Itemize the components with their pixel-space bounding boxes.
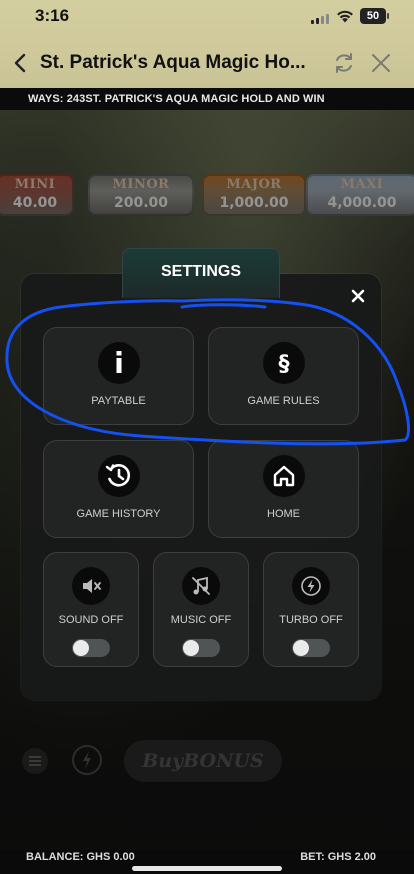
game-rules-button[interactable]: § GAME RULES — [208, 327, 359, 425]
music-label: MUSIC OFF — [170, 614, 232, 626]
turbo-label: TURBO OFF — [279, 614, 343, 626]
close-icon[interactable] — [349, 287, 367, 305]
game-history-label: GAME HISTORY — [76, 508, 161, 520]
game-history-button[interactable]: GAME HISTORY — [43, 440, 194, 538]
battery-icon: 50 — [360, 8, 389, 24]
settings-title: SETTINGS — [160, 263, 241, 280]
browser-header: 3:16 50 St. Patrick's Aqua Magic Ho... — [0, 0, 414, 88]
balance-text: BALANCE: GHS 0.00 — [26, 851, 135, 863]
cellular-signal-icon — [311, 14, 331, 24]
bet-text: BET: GHS 2.00 — [300, 851, 376, 863]
close-icon[interactable] — [370, 52, 392, 74]
wifi-icon — [337, 10, 353, 23]
turbo-toggle[interactable] — [292, 639, 330, 657]
info-icon — [97, 342, 140, 384]
svg-text:§: § — [278, 352, 289, 377]
game-rules-label: GAME RULES — [247, 395, 320, 407]
section-sign-icon: § — [262, 342, 305, 384]
home-button[interactable]: HOME — [208, 440, 359, 538]
home-indicator[interactable] — [132, 866, 282, 871]
sound-label: SOUND OFF — [58, 614, 124, 626]
paytable-label: PAYTABLE — [91, 395, 146, 407]
turbo-toggle-tile[interactable]: TURBO OFF — [263, 552, 359, 667]
home-label: HOME — [267, 508, 300, 520]
history-icon — [97, 455, 140, 497]
sound-off-icon — [72, 567, 110, 605]
page-title: St. Patrick's Aqua Magic Ho... — [40, 52, 306, 73]
settings-tab: SETTINGS — [122, 248, 280, 298]
browser-nav-bar: St. Patrick's Aqua Magic Ho... — [0, 38, 414, 88]
status-time: 3:16 — [35, 6, 70, 25]
back-chevron-icon[interactable] — [12, 52, 30, 74]
ways-info-bar: WAYS: 243ST. PATRICK'S AQUA MAGIC HOLD A… — [0, 88, 414, 110]
music-toggle-tile[interactable]: MUSIC OFF — [153, 552, 249, 667]
status-bar: 3:16 50 — [0, 0, 414, 32]
turbo-icon — [292, 567, 330, 605]
music-toggle[interactable] — [182, 639, 220, 657]
sound-toggle-tile[interactable]: SOUND OFF — [43, 552, 139, 667]
sound-toggle[interactable] — [72, 639, 110, 657]
home-icon — [262, 455, 305, 497]
music-off-icon — [182, 567, 220, 605]
reload-icon[interactable] — [332, 51, 356, 75]
paytable-button[interactable]: PAYTABLE — [43, 327, 194, 425]
